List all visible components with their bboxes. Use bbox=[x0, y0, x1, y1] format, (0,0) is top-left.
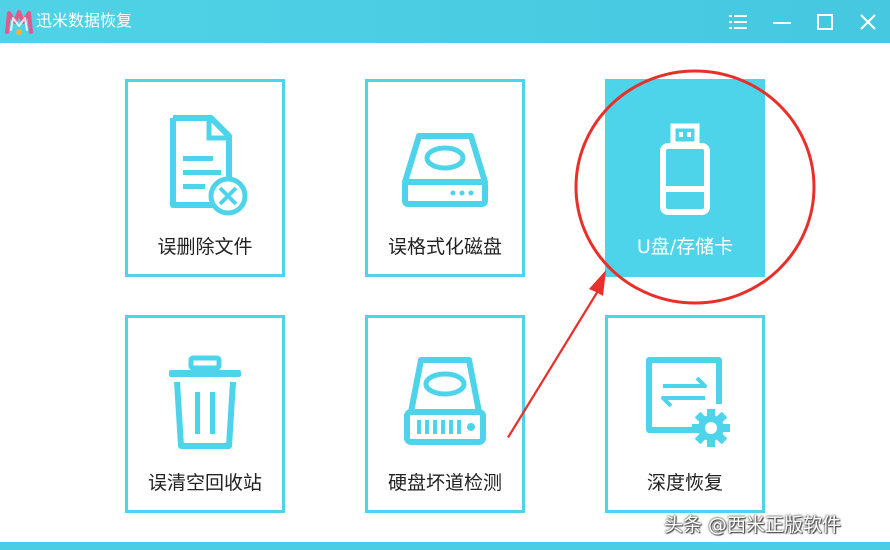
app-title: 迅米数据恢复 bbox=[36, 11, 133, 30]
menu-button[interactable] bbox=[716, 0, 760, 43]
tile-bad-sector-check[interactable]: 硬盘坏道检测 bbox=[365, 315, 525, 513]
minimize-icon bbox=[773, 21, 791, 24]
tile-usb-storage[interactable]: U盘/存储卡 bbox=[605, 79, 765, 277]
bottom-bar bbox=[0, 542, 890, 550]
maximize-icon bbox=[817, 13, 833, 30]
tile-label: 误删除文件 bbox=[157, 236, 253, 258]
tile-label: 误清空回收站 bbox=[147, 472, 262, 494]
hard-disk-check-icon bbox=[404, 357, 486, 445]
tile-deleted-files[interactable]: 误删除文件 bbox=[125, 79, 285, 277]
deep-recovery-icon bbox=[646, 357, 730, 447]
maximize-button[interactable] bbox=[803, 0, 847, 43]
tile-label: U盘/存储卡 bbox=[636, 236, 734, 258]
title-bar: 迅米数据恢复 bbox=[0, 0, 890, 43]
tile-formatted-disk[interactable]: 误格式化磁盘 bbox=[365, 79, 525, 277]
tile-recycle-bin[interactable]: 误清空回收站 bbox=[125, 315, 285, 513]
disk-drive-icon bbox=[402, 133, 488, 207]
tile-label: 深度恢复 bbox=[646, 472, 723, 494]
app-logo-icon bbox=[5, 10, 33, 35]
tile-label: 硬盘坏道检测 bbox=[387, 472, 502, 494]
tile-label: 误格式化磁盘 bbox=[387, 236, 502, 258]
recycle-bin-icon bbox=[169, 355, 241, 449]
close-icon bbox=[860, 13, 876, 30]
minimize-button[interactable] bbox=[760, 0, 804, 43]
usb-drive-icon bbox=[660, 123, 710, 215]
menu-icon bbox=[729, 14, 747, 29]
deleted-file-icon bbox=[170, 115, 248, 216]
close-button[interactable] bbox=[846, 0, 890, 43]
tile-deep-recovery[interactable]: 深度恢复 bbox=[605, 315, 765, 513]
watermark-text: 头条 @西米正版软件 bbox=[664, 514, 842, 536]
